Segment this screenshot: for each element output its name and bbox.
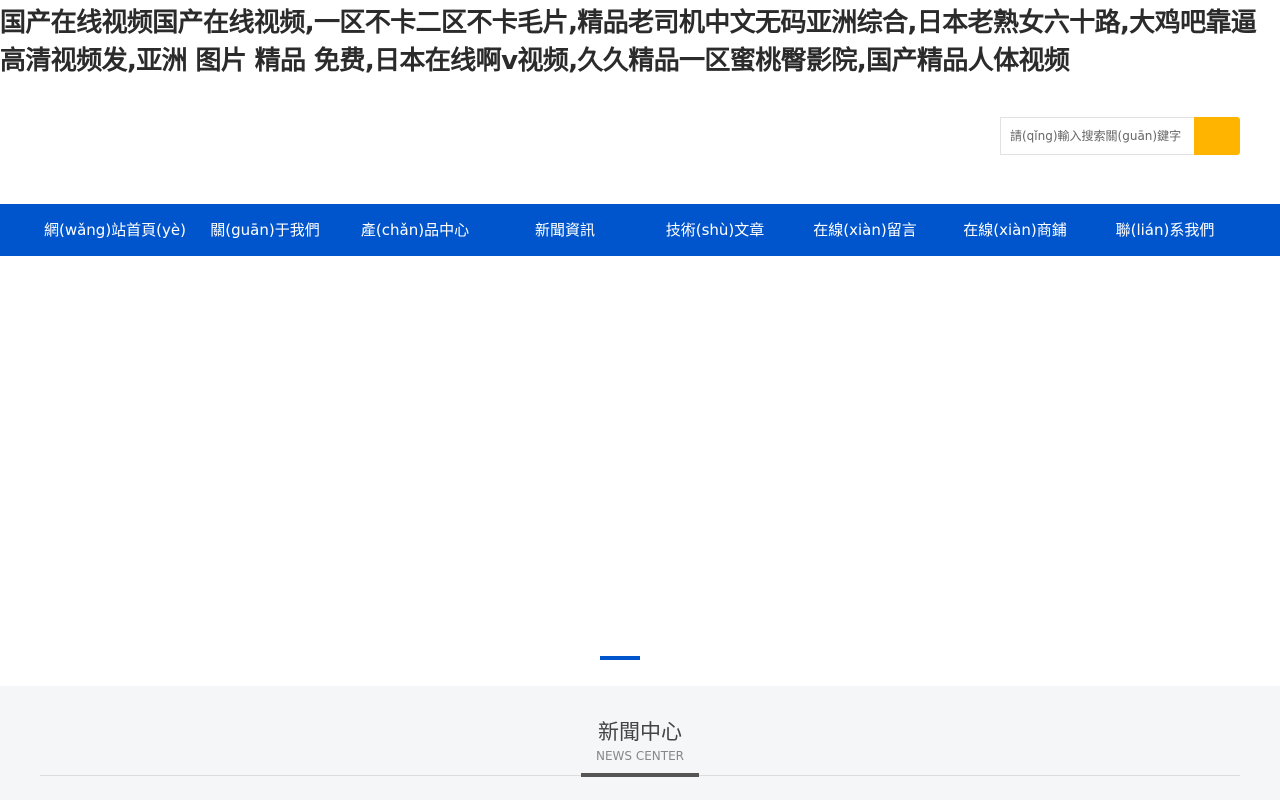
news-center-section: 新聞中心 NEWS CENTER <box>0 686 1280 800</box>
nav-item-shop[interactable]: 在線(xiàn)商鋪 <box>940 204 1090 256</box>
page: 国产在线视频国产在线视频,一区不卡二区不卡毛片,精品老司机中文无码亚洲综合,日本… <box>0 0 1280 800</box>
search-button[interactable] <box>1194 117 1240 155</box>
nav-item-contact[interactable]: 聯(lián)系我們 <box>1090 204 1240 256</box>
slider-indicator-active[interactable] <box>600 656 640 660</box>
news-section-subtitle: NEWS CENTER <box>595 749 685 763</box>
nav-item-products[interactable]: 產(chǎn)品中心 <box>340 204 490 256</box>
nav-list: 網(wǎng)站首頁(yè) 關(guān)于我們 產(chǎn)品中心 新聞資… <box>40 204 1240 256</box>
news-title-underline <box>581 773 699 777</box>
nav-item-about[interactable]: 關(guān)于我們 <box>190 204 340 256</box>
news-section-title: 新聞中心 <box>598 720 682 744</box>
main-nav: 網(wǎng)站首頁(yè) 關(guān)于我們 產(chǎn)品中心 新聞資… <box>0 204 1280 256</box>
nav-item-news[interactable]: 新聞資訊 <box>490 204 640 256</box>
site-headline: 国产在线视频国产在线视频,一区不卡二区不卡毛片,精品老司机中文无码亚洲综合,日本… <box>0 8 1257 76</box>
search-input[interactable] <box>1000 117 1194 155</box>
nav-item-message[interactable]: 在線(xiàn)留言 <box>790 204 940 256</box>
nav-item-home[interactable]: 網(wǎng)站首頁(yè) <box>40 204 190 256</box>
nav-item-articles[interactable]: 技術(shù)文章 <box>640 204 790 256</box>
search-box <box>1000 117 1240 155</box>
banner-slider <box>0 256 1280 686</box>
